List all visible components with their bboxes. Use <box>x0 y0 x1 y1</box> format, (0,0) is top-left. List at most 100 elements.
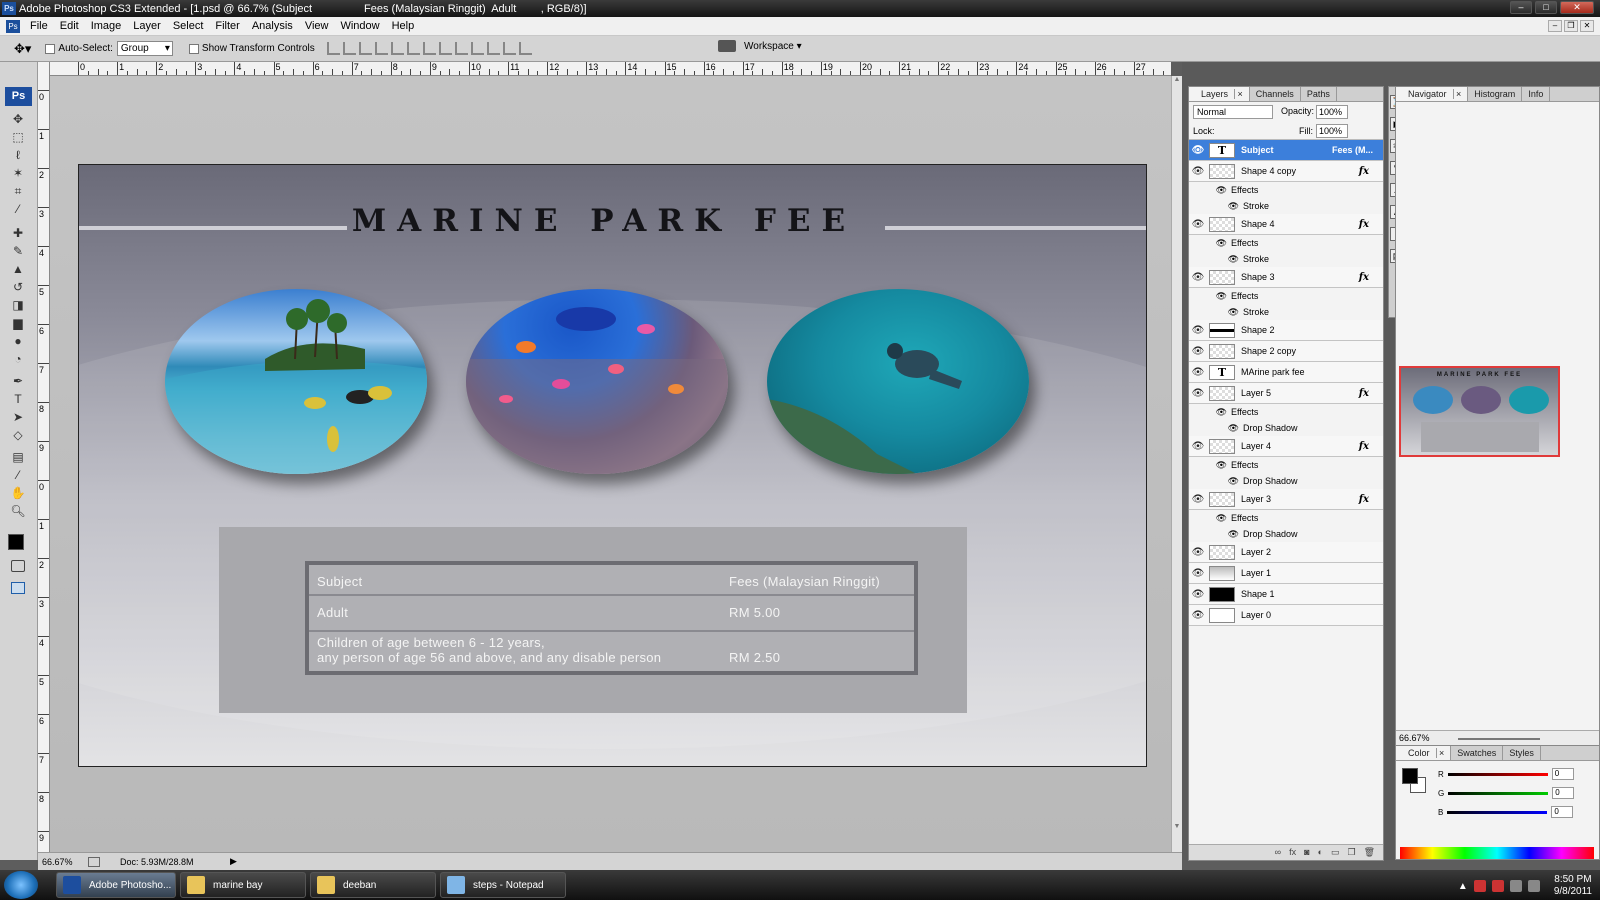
align-right-icon[interactable] <box>406 42 420 55</box>
lasso-tool-icon[interactable]: ℓ <box>10 148 26 163</box>
clone-stamp-icon[interactable]: ▲ <box>10 262 26 277</box>
tray-volume-icon[interactable] <box>1527 880 1540 892</box>
layer-effect-row[interactable]: 👁︎ Drop Shadow <box>1189 526 1383 542</box>
distribute-right-icon[interactable] <box>502 42 516 55</box>
path-selection-icon[interactable]: ➤ <box>10 410 26 425</box>
tab-info[interactable]: Info <box>1522 87 1551 101</box>
effect-eye-icon[interactable]: 👁︎ <box>1207 513 1227 524</box>
effect-eye-icon[interactable]: 👁︎ <box>1207 254 1239 265</box>
tab-navigator[interactable]: Navigator × <box>1396 87 1469 101</box>
menu-analysis[interactable]: Analysis <box>246 20 299 32</box>
doc-minimize-button[interactable]: – <box>1548 20 1562 32</box>
tray-network-icon[interactable] <box>1509 880 1522 892</box>
tab-color[interactable]: Color × <box>1396 746 1452 760</box>
layer-row[interactable]: 👁︎ Layer 2 <box>1189 542 1383 563</box>
red-slider[interactable] <box>1447 772 1548 776</box>
distribute-vcenter-icon[interactable] <box>438 42 452 55</box>
tab-channels[interactable]: Channels <box>1250 87 1301 101</box>
layer-effect-row[interactable]: 👁︎ Effects <box>1189 510 1383 526</box>
green-slider[interactable] <box>1448 791 1549 795</box>
effect-eye-icon[interactable]: 👁︎ <box>1207 407 1227 418</box>
layer-effect-row[interactable]: 👁︎ Stroke <box>1189 198 1383 214</box>
adjustment-layer-icon[interactable]: ◐ <box>1318 845 1323 860</box>
effect-eye-icon[interactable]: 👁︎ <box>1207 460 1227 471</box>
foreground-color-swatch[interactable] <box>8 534 24 550</box>
visibility-eye-icon[interactable]: 👁︎ <box>1189 568 1207 579</box>
visibility-eye-icon[interactable]: 👁︎ <box>1189 547 1207 558</box>
tray-antivirus-icon[interactable] <box>1491 880 1504 892</box>
auto-select-dropdown[interactable]: Group <box>116 41 173 56</box>
ps-logo[interactable]: Ps <box>5 87 32 106</box>
minimize-button[interactable]: – <box>1510 1 1532 14</box>
align-hcenter-icon[interactable] <box>390 42 404 55</box>
tab-styles[interactable]: Styles <box>1503 746 1541 760</box>
layer-effects-icon[interactable]: fx <box>1359 494 1369 505</box>
layer-effects-icon[interactable]: fx <box>1359 388 1369 399</box>
layer-effects-icon[interactable]: fx <box>1359 219 1369 230</box>
effect-eye-icon[interactable]: 👁︎ <box>1207 476 1239 487</box>
clock[interactable]: 8:50 PM 9/8/2011 <box>1554 874 1592 898</box>
visibility-eye-icon[interactable]: 👁︎ <box>1189 610 1207 621</box>
layer-row[interactable]: 👁︎ T MArine park fee <box>1189 362 1383 383</box>
slice-tool-icon[interactable]: ⁄ <box>10 202 26 217</box>
blue-slider[interactable] <box>1447 810 1548 814</box>
layer-row[interactable]: 👁︎ Shape 4 copy fx <box>1189 161 1383 182</box>
healing-brush-icon[interactable]: ✚ <box>10 226 26 241</box>
align-vcenter-icon[interactable] <box>342 42 356 55</box>
visibility-eye-icon[interactable]: 👁︎ <box>1189 166 1207 177</box>
hand-tool-icon[interactable]: ✋ <box>10 486 26 501</box>
menu-edit[interactable]: Edit <box>54 20 85 32</box>
document-icon[interactable]: Ps <box>6 19 20 33</box>
vertical-scrollbar[interactable]: ▲ ▼ <box>1171 76 1182 852</box>
distribute-left-icon[interactable] <box>470 42 484 55</box>
layer-style-icon[interactable]: fx <box>1289 845 1296 860</box>
maximize-button[interactable]: □ <box>1535 1 1557 14</box>
tab-paths[interactable]: Paths <box>1301 87 1337 101</box>
tab-layers[interactable]: Layers × <box>1189 87 1250 101</box>
quick-mask-icon[interactable] <box>11 560 25 572</box>
layer-mask-icon[interactable]: ◙ <box>1304 845 1309 860</box>
layer-effects-icon[interactable]: fx <box>1359 166 1369 177</box>
effect-eye-icon[interactable]: 👁︎ <box>1207 307 1239 318</box>
layer-effect-row[interactable]: 👁︎ Drop Shadow <box>1189 473 1383 489</box>
notes-tool-icon[interactable]: ▤ <box>10 450 26 465</box>
status-menu-arrow[interactable]: ▶ <box>230 856 237 867</box>
layer-effect-row[interactable]: 👁︎ Effects <box>1189 288 1383 304</box>
visibility-eye-icon[interactable]: 👁︎ <box>1189 589 1207 600</box>
tray-arrow-icon[interactable]: ▲ <box>1458 881 1468 892</box>
layer-row[interactable]: 👁︎ Layer 1 <box>1189 563 1383 584</box>
menu-file[interactable]: File <box>24 20 54 32</box>
eyedropper-tool-icon[interactable]: ⁄ <box>10 468 26 483</box>
visibility-eye-icon[interactable]: 👁︎ <box>1189 272 1207 283</box>
layer-effect-row[interactable]: 👁︎ Effects <box>1189 404 1383 420</box>
start-button[interactable] <box>4 871 38 899</box>
brush-tool-icon[interactable]: ✎ <box>10 244 26 259</box>
delete-layer-icon[interactable]: 🗑︎ <box>1364 845 1375 860</box>
layer-row[interactable]: 👁︎ Layer 5 fx <box>1189 383 1383 404</box>
layer-effect-row[interactable]: 👁︎ Effects <box>1189 182 1383 198</box>
visibility-eye-icon[interactable]: 👁︎ <box>1189 145 1207 156</box>
effect-eye-icon[interactable]: 👁︎ <box>1207 423 1239 434</box>
shape-tool-icon[interactable]: ◇ <box>10 428 26 443</box>
navigator-zoom-value[interactable]: 66.67% <box>1399 733 1430 743</box>
foreground-color-swatch[interactable] <box>1402 768 1418 784</box>
crop-tool-icon[interactable]: ⌗ <box>10 184 26 199</box>
vertical-ruler[interactable]: 012345678901234567892 <box>38 62 50 882</box>
blur-tool-icon[interactable]: ● <box>10 334 26 349</box>
layer-row[interactable]: 👁︎ Shape 3 fx <box>1189 267 1383 288</box>
auto-select-checkbox[interactable] <box>45 43 56 54</box>
distribute-bottom-icon[interactable] <box>454 42 468 55</box>
taskbar-notepad[interactable]: steps - Notepad <box>440 872 566 898</box>
navigator-zoom-slider[interactable] <box>1458 738 1540 740</box>
doc-restore-button[interactable]: ❐ <box>1564 20 1578 32</box>
link-layers-icon[interactable]: ∞ <box>1275 845 1281 860</box>
layer-row[interactable]: 👁︎ Shape 2 copy <box>1189 341 1383 362</box>
layer-row[interactable]: 👁︎ Layer 0 <box>1189 605 1383 626</box>
screen-mode-icon[interactable] <box>11 582 25 594</box>
layer-effects-icon[interactable]: fx <box>1359 272 1369 283</box>
dodge-tool-icon[interactable]: ◔ <box>10 352 26 367</box>
visibility-eye-icon[interactable]: 👁︎ <box>1189 325 1207 336</box>
layer-row[interactable]: 👁︎ Layer 3 fx <box>1189 489 1383 510</box>
layer-row[interactable]: 👁︎ Layer 4 fx <box>1189 436 1383 457</box>
auto-align-icon[interactable] <box>518 42 532 55</box>
